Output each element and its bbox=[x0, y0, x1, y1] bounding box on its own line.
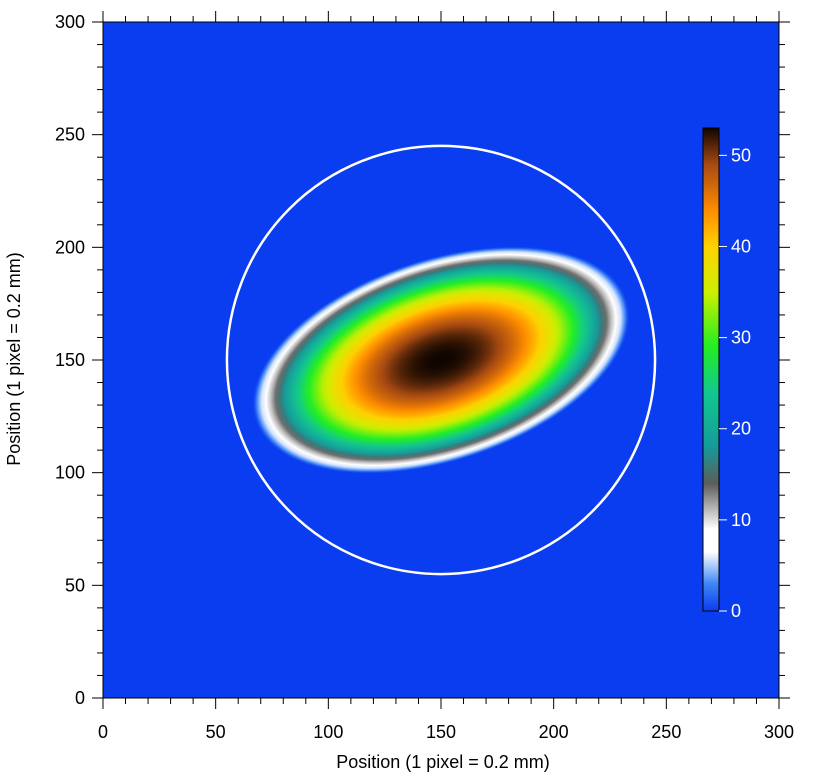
x-axis-title: Position (1 pixel = 0.2 mm) bbox=[336, 752, 550, 772]
x-tick-label: 300 bbox=[764, 722, 794, 742]
y-tick-label: 300 bbox=[55, 12, 85, 32]
colorbar-tick-label: 30 bbox=[731, 328, 751, 348]
colorbar-tick-label: 40 bbox=[731, 236, 751, 256]
y-tick-label: 200 bbox=[55, 237, 85, 257]
x-tick-label: 250 bbox=[651, 722, 681, 742]
y-tick-label: 50 bbox=[65, 575, 85, 595]
y-tick-label: 100 bbox=[55, 463, 85, 483]
colorbar-tick-label: 10 bbox=[731, 510, 751, 530]
x-tick-label: 100 bbox=[313, 722, 343, 742]
y-axis-title: Position (1 pixel = 0.2 mm) bbox=[4, 252, 24, 466]
x-tick-label: 50 bbox=[206, 722, 226, 742]
colorbar-tick-label: 0 bbox=[731, 601, 741, 621]
heatmap-chart: 0 50 100 150 200 250 300 0 50 100 150 200 250 300 0 1… bbox=[4, 11, 794, 772]
y-tick-label: 250 bbox=[55, 125, 85, 145]
y-tick-label: 150 bbox=[55, 350, 85, 370]
colorbar-gradient bbox=[702, 127, 720, 612]
x-tick-label: 0 bbox=[98, 722, 108, 742]
x-tick-label: 200 bbox=[539, 722, 569, 742]
colorbar-tick-label: 50 bbox=[731, 145, 751, 165]
x-tick-label: 150 bbox=[426, 722, 456, 742]
colorbar-tick-label: 20 bbox=[731, 419, 751, 439]
y-tick-label: 0 bbox=[75, 688, 85, 708]
